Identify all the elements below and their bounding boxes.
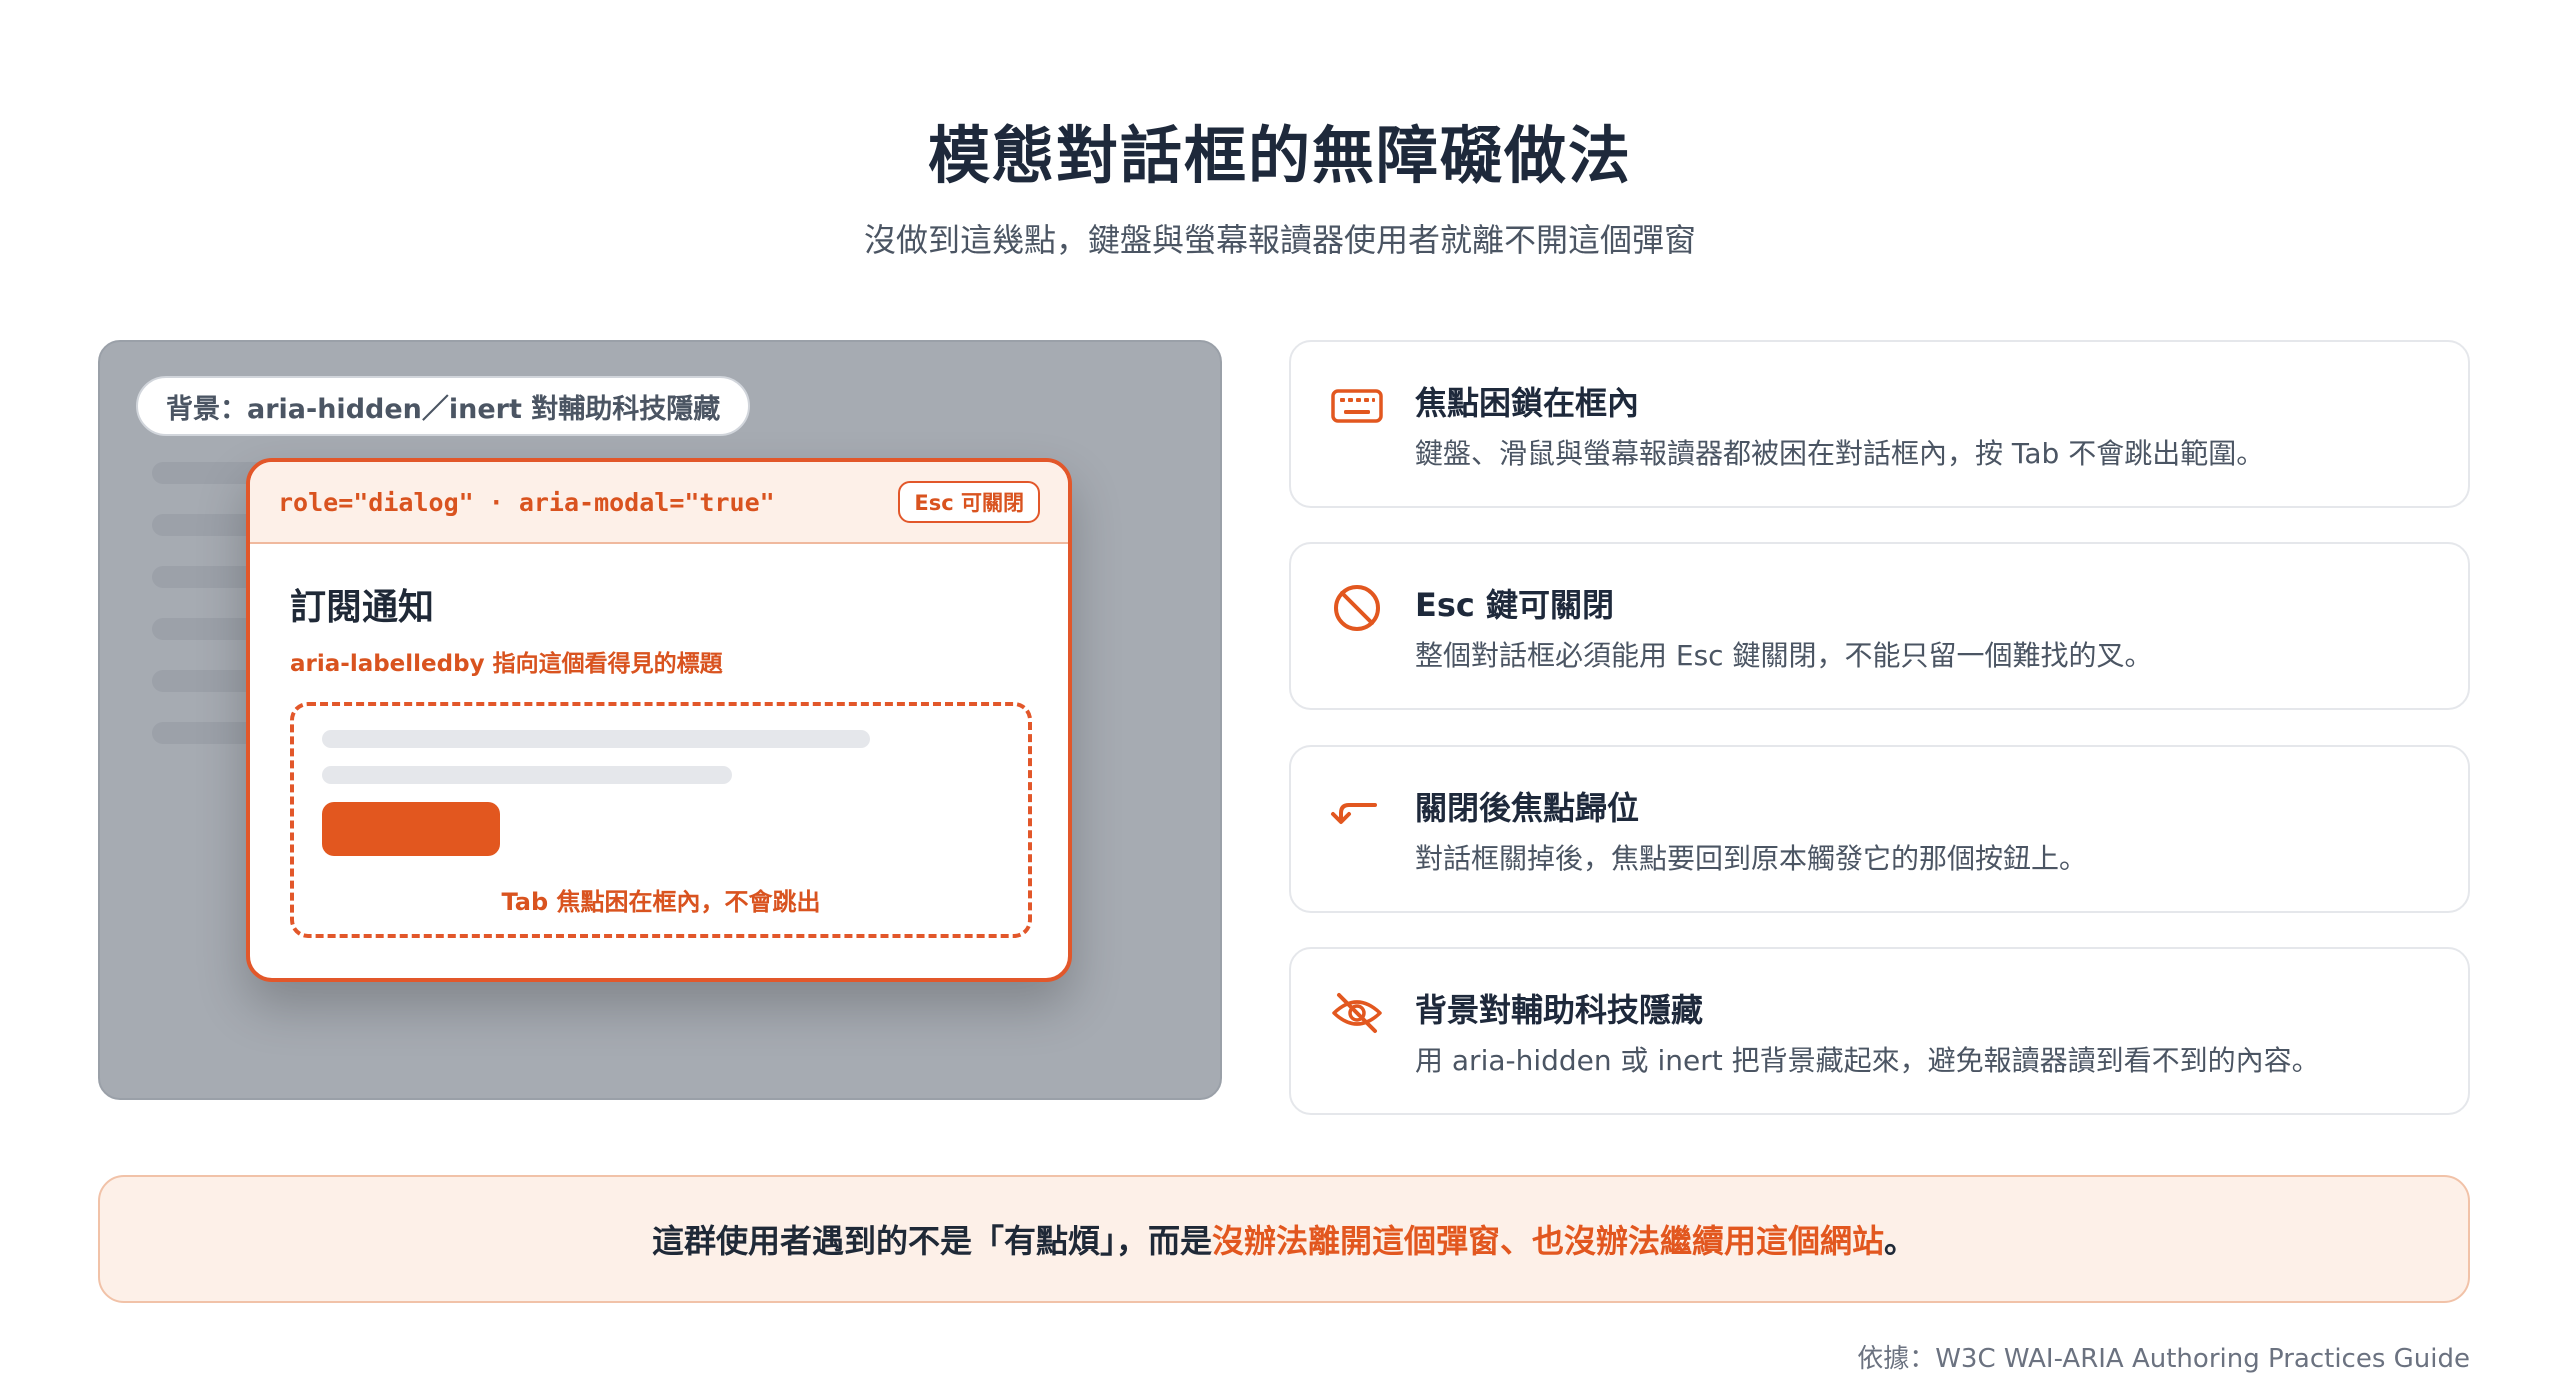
card-focus-trap: 焦點困鎖在框內 鍵盤、滑鼠與螢幕報讀器都被困在對話框內，按 Tab 不會跳出範圍… xyxy=(1289,340,2470,508)
card-title: 背景對輔助科技隱藏 xyxy=(1415,991,1704,1029)
conclusion-banner: 這群使用者遇到的不是「有點煩」，而是 沒辦法離開這個彈窗、也沒辦法繼續用這個網站。 xyxy=(98,1175,2470,1303)
eye-off-icon xyxy=(1332,993,1382,1033)
focus-trap-note: Tab 焦點困在框內，不會跳出 xyxy=(501,888,821,916)
dialog-role-attributes: role="dialog" · aria-modal="true" xyxy=(278,487,775,517)
card-focus-return: 關閉後焦點歸位 對話框關掉後，焦點要回到原本觸發它的那個按鈕上。 xyxy=(1289,745,2470,913)
content-placeholder-line xyxy=(322,730,870,748)
focus-trap-area: Tab 焦點困在框內，不會跳出 xyxy=(290,702,1032,938)
dialog-header: role="dialog" · aria-modal="true" Esc 可關… xyxy=(250,462,1068,544)
page-title: 模態對話框的無障礙做法 xyxy=(927,119,1632,192)
keyboard-icon xyxy=(1331,389,1383,423)
banner-tail: 。 xyxy=(1884,1222,1917,1260)
modal-dialog-illustration: role="dialog" · aria-modal="true" Esc 可關… xyxy=(246,458,1072,982)
card-description: 對話框關掉後，焦點要回到原本觸發它的那個按鈕上。 xyxy=(1415,842,2088,875)
dialog-action-button xyxy=(322,802,500,856)
card-title: Esc 鍵可關閉 xyxy=(1415,586,1615,624)
prohibited-icon xyxy=(1334,585,1380,631)
banner-accent: 沒辦法離開這個彈窗、也沒辦法繼續用這個網站 xyxy=(1211,1222,1884,1260)
content-placeholder-line xyxy=(322,766,732,784)
background-hidden-pill: 背景：aria-hidden／inert 對輔助科技隱藏 xyxy=(136,376,751,436)
source-citation: 依據：W3C WAI-ARIA Authoring Practices Guid… xyxy=(1857,1344,2470,1374)
return-arrow-icon xyxy=(1331,803,1377,824)
card-description: 用 aria-hidden 或 inert 把背景藏起來，避免報讀器讀到看不到的… xyxy=(1415,1044,2320,1077)
aria-labelledby-note: aria-labelledby 指向這個看得見的標題 xyxy=(290,651,723,677)
card-hide-background: 背景對輔助科技隱藏 用 aria-hidden 或 inert 把背景藏起來，避… xyxy=(1289,947,2470,1115)
card-title: 關閉後焦點歸位 xyxy=(1415,789,1640,827)
card-title: 焦點困鎖在框內 xyxy=(1415,384,1640,422)
card-description: 鍵盤、滑鼠與螢幕報讀器都被困在對話框內，按 Tab 不會跳出範圍。 xyxy=(1415,437,2265,470)
page-subtitle: 沒做到這幾點，鍵盤與螢幕報讀器使用者就離不開這個彈窗 xyxy=(863,221,1696,259)
card-esc-close: Esc 鍵可關閉 整個對話框必須能用 Esc 鍵關閉，不能只留一個難找的叉。 xyxy=(1289,542,2470,710)
dialog-title: 訂閱通知 xyxy=(290,587,435,628)
esc-close-badge: Esc 可關閉 xyxy=(898,481,1040,523)
banner-lead: 這群使用者遇到的不是「有點煩」，而是 xyxy=(651,1222,1212,1260)
card-description: 整個對話框必須能用 Esc 鍵關閉，不能只留一個難找的叉。 xyxy=(1415,639,2153,672)
